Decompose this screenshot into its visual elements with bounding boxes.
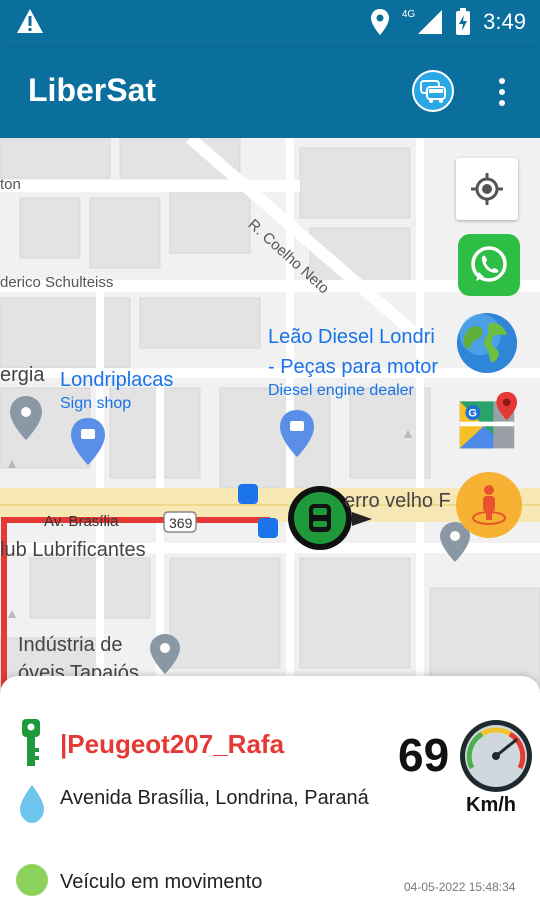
street-view-icon — [472, 485, 506, 525]
google-maps-button[interactable]: G — [456, 392, 518, 454]
poi-label: - Peças para motor — [268, 356, 439, 378]
vehicle-info-panel: |Peugeot207_Rafa Avenida Brasília, Londr… — [0, 676, 540, 900]
svg-text:G: G — [468, 407, 477, 419]
whatsapp-icon — [471, 246, 507, 282]
poi-category: Diesel engine dealer — [268, 382, 414, 399]
whatsapp-button[interactable] — [458, 234, 520, 296]
more-vert-icon — [499, 78, 505, 84]
speed-unit: Km/h — [466, 794, 516, 816]
highway-number: 369 — [169, 515, 193, 531]
status-indicator — [16, 864, 48, 896]
poi-label: Leão Diesel Londri — [268, 326, 435, 348]
status-bar: 4G 3:49 — [0, 0, 540, 48]
globe-button[interactable] — [456, 312, 518, 374]
street-label: Av. Brasília — [44, 513, 119, 530]
battery-charging-icon — [456, 8, 471, 35]
map-view[interactable]: ton R. Coelho Neto derico Schulteiss Leã… — [0, 138, 540, 698]
poi-category: Sign shop — [60, 395, 132, 412]
speedometer-icon — [460, 720, 532, 792]
location-icon — [370, 9, 389, 35]
street-label: ton — [0, 176, 21, 193]
speed-value: 69 — [398, 729, 450, 781]
clock: 3:49 — [483, 9, 526, 34]
signal-icon — [418, 10, 443, 34]
vehicles-icon — [420, 80, 446, 103]
poi-label: erro velho F — [344, 490, 451, 512]
vehicles-button[interactable] — [412, 70, 454, 112]
warning-icon — [17, 9, 43, 33]
globe-icon — [456, 312, 518, 374]
poi-label: lub Lubrificantes — [0, 539, 146, 561]
street-view-button[interactable] — [456, 472, 522, 538]
app-bar: LiberSat — [0, 48, 540, 138]
key-icon — [22, 719, 40, 766]
app-title: LiberSat — [28, 72, 157, 108]
my-location-icon — [471, 173, 503, 205]
poi-label: Indústria de — [18, 634, 123, 656]
poi-label: ergia — [0, 364, 45, 386]
vehicle-name: |Peugeot207_Rafa — [60, 729, 285, 759]
street-label: derico Schulteiss — [0, 274, 114, 291]
google-maps-icon: G — [459, 392, 518, 449]
more-options-button[interactable] — [490, 74, 514, 110]
vehicle-address: Avenida Brasília, Londrina, Paraná — [60, 787, 369, 809]
vehicle-status: Veículo em movimento — [60, 871, 263, 893]
my-location-button[interactable] — [456, 158, 518, 220]
location-pin-icon — [20, 785, 44, 823]
network-type: 4G — [401, 8, 416, 20]
poi-label: Londriplacas — [60, 369, 174, 391]
last-update-timestamp: 04-05-2022 15:48:34 — [404, 880, 516, 894]
